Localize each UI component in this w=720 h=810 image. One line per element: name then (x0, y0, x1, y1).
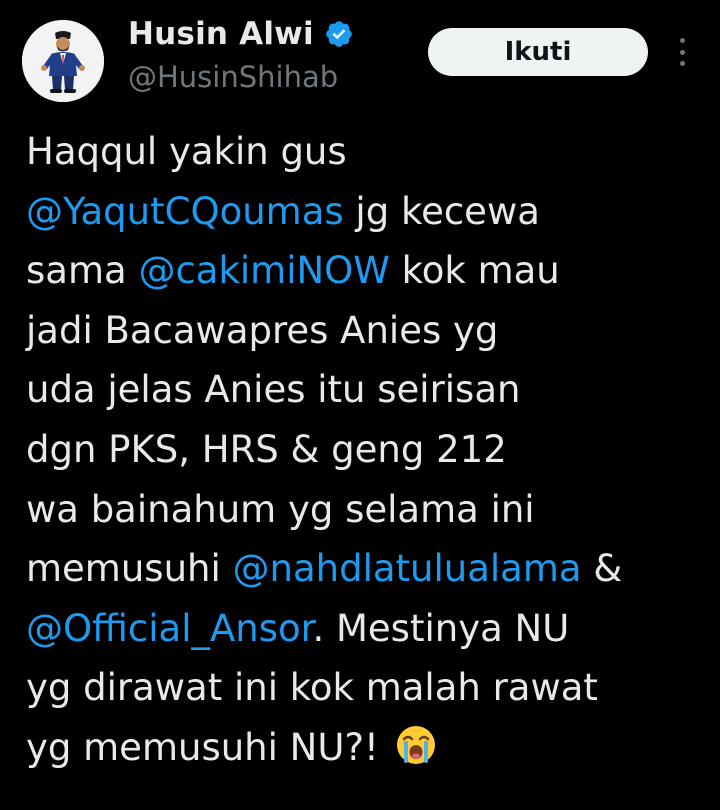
avatar[interactable] (22, 20, 104, 102)
author-display-name[interactable]: Husin Alwi (128, 16, 314, 52)
tweet-text-segment: wa bainahum yg selama ini (26, 487, 535, 531)
tweet-text-segment: . Mestinya NU (312, 606, 570, 650)
tweet-text-segment: memusuhi (26, 547, 233, 591)
tweet-text-segment: Haqqul yakin gus (26, 130, 347, 173)
follow-button[interactable]: Ikuti (428, 28, 648, 76)
loudly-crying-face-icon (395, 724, 437, 766)
mention-link[interactable]: @nahdlatulualama (233, 547, 582, 590)
tweet-text-segment: uda jelas Anies itu seirisan (26, 368, 521, 412)
tweet-text-segment: kok mau (389, 249, 560, 293)
author-handle[interactable]: @HusinShihab (128, 60, 354, 94)
profile-photo-icon (22, 20, 104, 102)
more-vertical-icon[interactable] (670, 34, 694, 70)
author-info: Husin Alwi @HusinShihab (128, 12, 354, 94)
tweet-text-segment: jg kecewa (343, 189, 540, 233)
dot (679, 49, 685, 55)
tweet-text-segment: & (581, 547, 623, 591)
tweet-line: @Official_Ansor. Mestinya NU (26, 599, 716, 659)
tweet-line: sama @cakimiNOW kok mau (26, 241, 716, 301)
name-row: Husin Alwi (128, 12, 354, 56)
tweet-line: dgn PKS, HRS & geng 212 (26, 420, 716, 480)
tweet-text-segment: sama (26, 249, 139, 293)
tweet-line: wa bainahum yg selama ini (26, 480, 716, 540)
tweet-text-segment: yg memusuhi NU?! (26, 725, 379, 769)
tweet-header: Husin Alwi @HusinShihab Ikuti (0, 0, 720, 110)
mention-link[interactable]: @cakimiNOW (138, 249, 389, 292)
mention-link[interactable]: @YaqutCQoumas (26, 190, 344, 233)
tweet-text-segment: dgn PKS, HRS & geng 212 (26, 427, 507, 471)
dot (679, 61, 685, 66)
tweet-line: yg dirawat ini kok malah rawat (26, 658, 716, 718)
tweet-body: Haqqul yakin gus @YaqutCQoumas jg kecewa… (26, 122, 716, 778)
tweet-line: uda jelas Anies itu seirisan (26, 360, 716, 420)
tweet-text-segment: jadi Bacawapres Anies yg (26, 308, 499, 352)
tweet-line: Haqqul yakin gus (26, 122, 716, 182)
tweet-line: @YaqutCQoumas jg kecewa (26, 182, 716, 242)
tweet-line: yg memusuhi NU?! (26, 718, 716, 778)
mention-link[interactable]: @Official_Ansor (26, 607, 312, 650)
verified-badge-icon (324, 19, 354, 49)
tweet-line: memusuhi @nahdlatulualama & (26, 539, 716, 599)
tweet-text-segment: yg dirawat ini kok malah rawat (26, 666, 598, 710)
dot (679, 38, 685, 43)
tweet-line: jadi Bacawapres Anies yg (26, 301, 716, 361)
